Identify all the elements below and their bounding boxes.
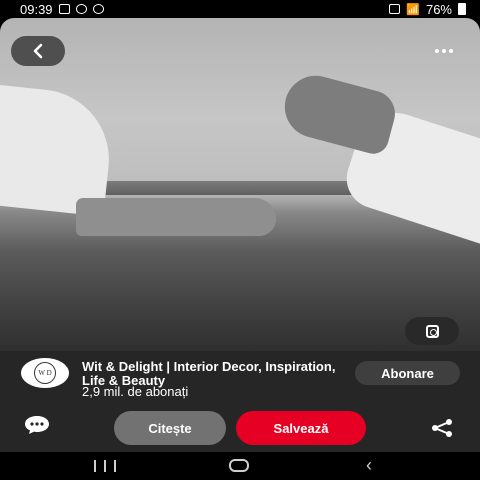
visual-search-button[interactable] (405, 317, 459, 345)
share-button[interactable] (430, 418, 454, 438)
more-dots-icon (435, 49, 439, 53)
save-button[interactable]: Salvează (236, 411, 366, 445)
status-bar: 09:39 📶 76% (0, 0, 480, 18)
read-button[interactable]: Citește (114, 411, 226, 445)
avatar[interactable]: W D (21, 358, 69, 388)
system-back-button[interactable]: ‹ (366, 455, 372, 476)
battery-percent: 76% (425, 1, 452, 17)
system-nav-bar: ‹ (0, 452, 480, 480)
gallery-notification-icon (58, 4, 70, 14)
follow-button[interactable]: Abonare (355, 361, 460, 385)
wifi-icon: 📶 (406, 3, 420, 16)
status-left: 09:39 (20, 2, 104, 17)
recents-button[interactable] (94, 460, 116, 472)
left-sleeve (0, 79, 116, 217)
avatar-logo: W D (34, 362, 56, 384)
home-button[interactable] (229, 459, 249, 472)
action-bar: Citește Salvează (0, 399, 480, 452)
share-icon (432, 419, 452, 437)
comment-button[interactable] (22, 414, 52, 436)
follower-count: 2,9 mil. de abonați (82, 384, 189, 399)
back-button[interactable] (11, 36, 65, 66)
creator-row: W D Wit & Delight | Interior Decor, Insp… (0, 351, 480, 399)
left-hands (76, 198, 276, 236)
comment-icon (25, 416, 49, 434)
battery-icon (458, 3, 466, 15)
status-right: 📶 76% (389, 2, 466, 17)
more-options-button[interactable] (430, 42, 458, 60)
status-time: 09:39 (20, 1, 53, 17)
screenshot-icon (389, 4, 401, 14)
chevron-left-icon (33, 43, 43, 59)
visual-search-icon (425, 324, 439, 338)
pinterest-notification-icon (75, 4, 87, 14)
whatsapp-notification-icon (92, 4, 104, 14)
pin-image[interactable] (0, 18, 480, 351)
right-hands (277, 68, 401, 158)
